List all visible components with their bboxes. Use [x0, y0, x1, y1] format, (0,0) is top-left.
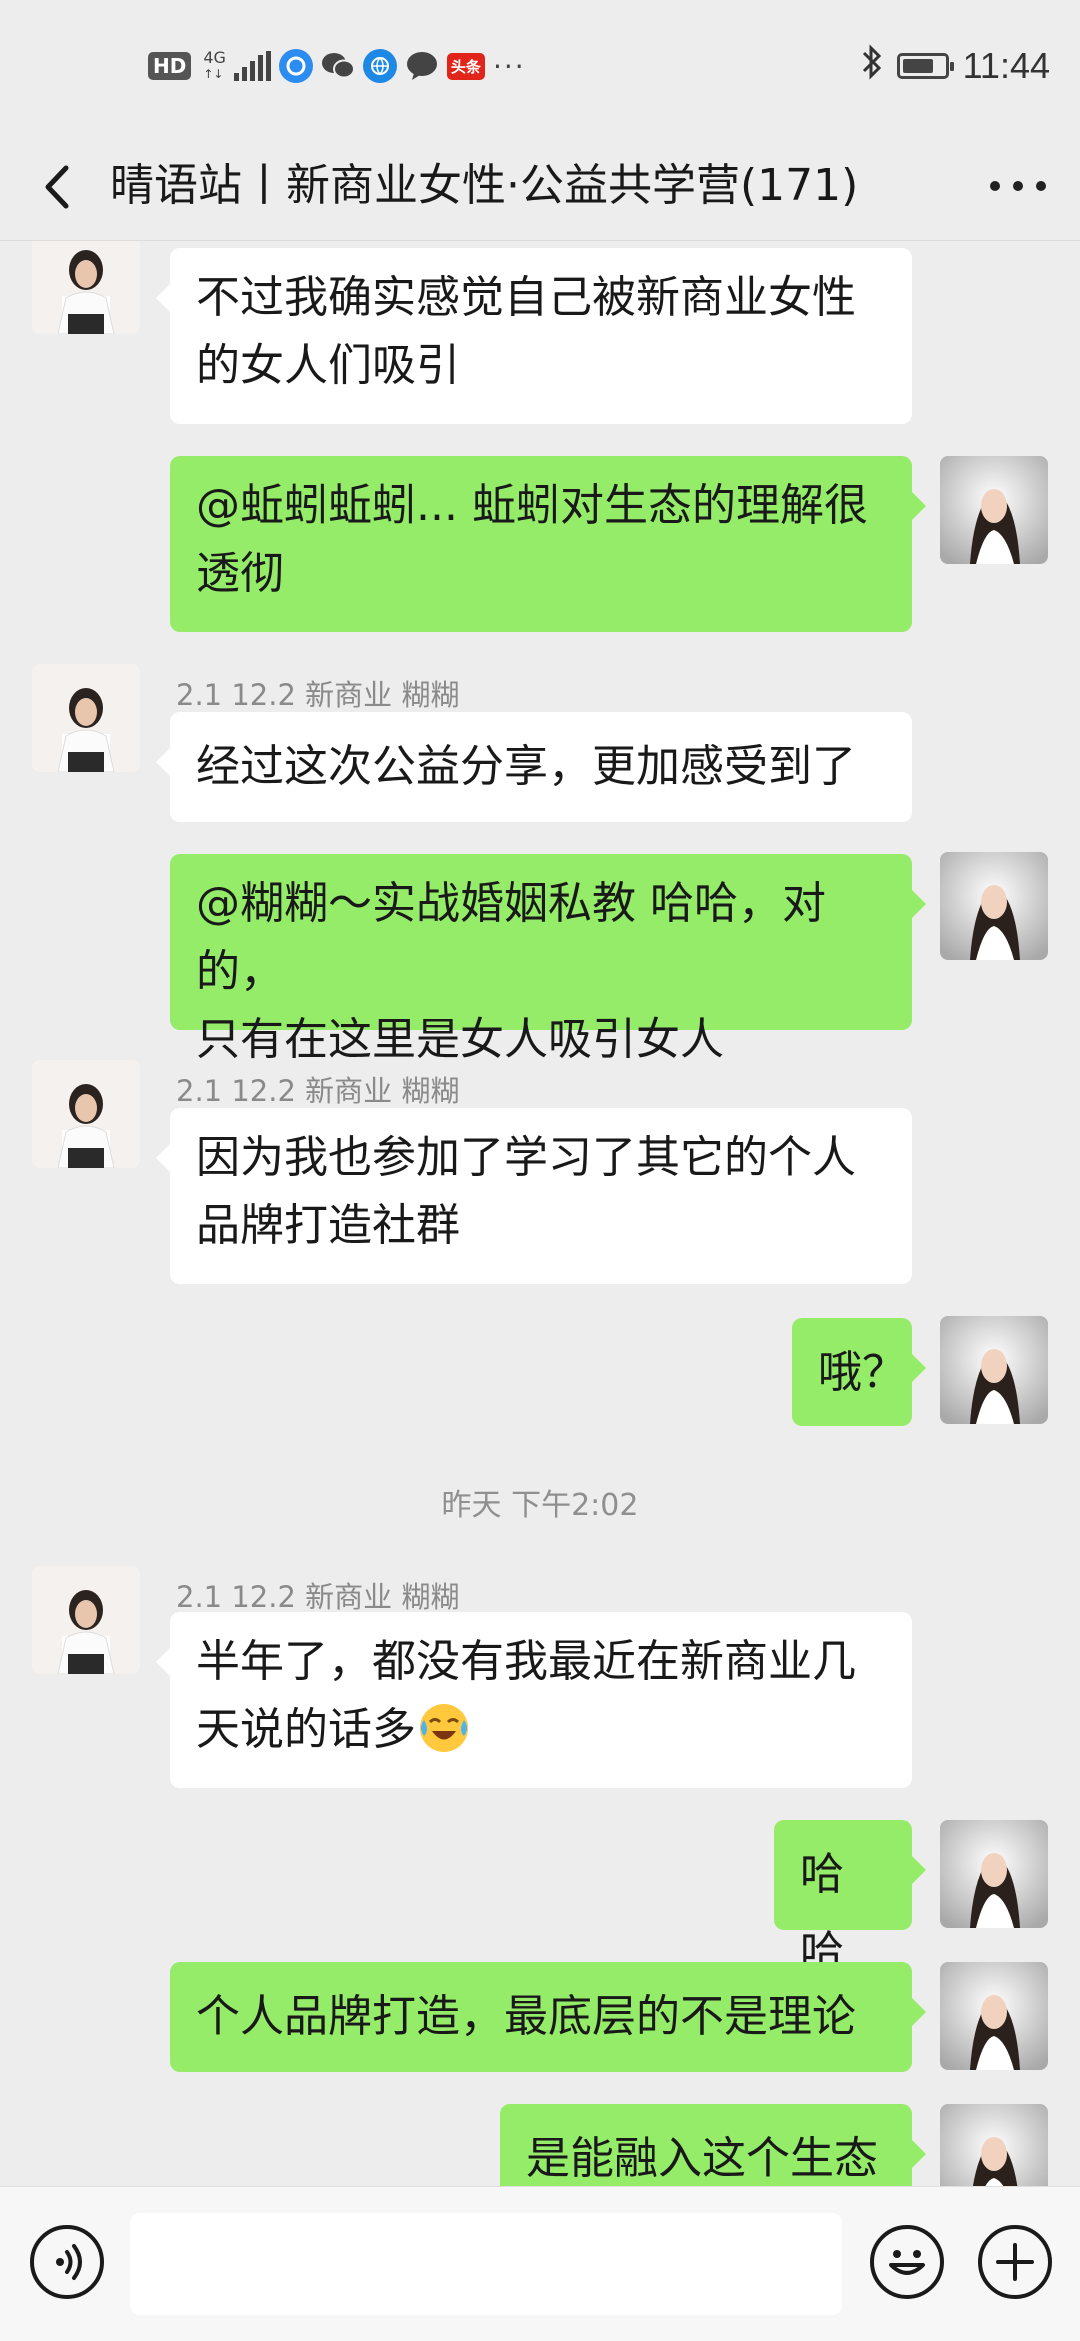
message-icon — [405, 49, 439, 83]
message-text-line: 因为我也参加了学习了其它的个人 — [196, 1132, 856, 1183]
qq-browser-icon — [278, 49, 313, 83]
battery-level — [902, 59, 933, 73]
network-arrows: ↑↓ — [203, 67, 224, 81]
sender-avatar[interactable] — [32, 240, 140, 334]
my-avatar[interactable] — [940, 2104, 1048, 2186]
chat-title: 晴语站丨新商业女性·公益共学营(171) — [110, 160, 859, 211]
message-list[interactable]: 不过我确实感觉自己被新商业女性 的女人们吸引 @蚯蚓蚯蚓... 蚯蚓对生态的理解很透… — [0, 240, 1080, 2186]
my-avatar[interactable] — [940, 1820, 1048, 1928]
message-text-line: 半年了，都没有我最近在新商业几 — [196, 1636, 856, 1687]
outgoing-message-bubble[interactable]: @糊糊～实战婚姻私教 哈哈，对的， 只有在这里是女人吸引女人 — [170, 854, 926, 1065]
timestamp: 昨天 下午2:02 — [441, 1488, 639, 1523]
message-text-line: 不过我确实感觉自己被新商业女性 — [196, 272, 856, 323]
message-text-line: @蚯蚓蚯蚓... 蚯蚓对生态的理解很 — [196, 480, 868, 531]
message-text-line: 透彻 — [196, 548, 284, 599]
sender-name: 2.1 12.2 新商业 糊糊 — [176, 1580, 460, 1614]
message-text-line: 哦？ — [818, 1347, 906, 1398]
my-avatar[interactable] — [940, 1316, 1048, 1424]
voice-icon[interactable] — [30, 2225, 104, 2299]
outgoing-message-bubble[interactable]: 哈哈 — [774, 1820, 926, 1978]
message-text-line: 只有在这里是女人吸引女人 — [196, 1014, 724, 1065]
sender-avatar[interactable] — [32, 664, 140, 772]
message-text-line: 经过这次公益分享，更加感受到了 — [196, 741, 856, 792]
my-avatar[interactable] — [940, 852, 1048, 960]
globe-app-icon — [362, 49, 397, 83]
incoming-message-bubble[interactable]: 经过这次公益分享，更加感受到了 — [156, 712, 912, 822]
signal-icon — [233, 51, 271, 81]
add-icon[interactable] — [978, 2225, 1052, 2299]
status-bar: HD 4G ↑↓ 头条 ··· 11:44 — [0, 0, 1080, 132]
laughing-crying-emoji-icon — [416, 1698, 472, 1754]
my-avatar[interactable] — [940, 456, 1048, 564]
incoming-message-bubble[interactable]: 不过我确实感觉自己被新商业女性 的女人们吸引 — [156, 248, 912, 424]
back-icon[interactable] — [38, 162, 78, 212]
more-options-icon[interactable] — [990, 166, 1046, 206]
hd-badge: HD — [148, 52, 192, 80]
outgoing-message-bubble[interactable]: 是能融入这个生态 — [500, 2104, 926, 2186]
input-bar — [0, 2186, 1080, 2341]
toutiao-icon: 头条 — [446, 52, 485, 80]
incoming-message-bubble[interactable]: 因为我也参加了学习了其它的个人 品牌打造社群 — [156, 1108, 912, 1284]
clock: 11:44 — [962, 45, 1050, 86]
sender-name: 2.1 12.2 新商业 糊糊 — [176, 1074, 460, 1108]
my-avatar[interactable] — [940, 1962, 1048, 2070]
sender-avatar[interactable] — [32, 1060, 140, 1168]
message-text-line: 个人品牌打造，最底层的不是理论 — [196, 1991, 856, 2042]
sender-avatar[interactable] — [32, 1566, 140, 1674]
message-text-line: 的女人们吸引 — [196, 340, 460, 391]
chat-header: 晴语站丨新商业女性·公益共学营(171) — [0, 132, 1080, 241]
emoji-icon[interactable] — [870, 2225, 944, 2299]
network-type: 4G ↑↓ — [203, 50, 226, 82]
message-text-line: 品牌打造社群 — [196, 1200, 460, 1251]
more-notifications-icon: ··· — [492, 49, 526, 83]
outgoing-message-bubble[interactable]: 哦？ — [792, 1318, 926, 1426]
status-icons-right: 11:44 — [861, 42, 1050, 90]
message-text-line: 是能融入这个生态 — [526, 2133, 878, 2184]
outgoing-message-bubble[interactable]: @蚯蚓蚯蚓... 蚯蚓对生态的理解很 透彻 — [170, 456, 926, 632]
incoming-message-bubble[interactable]: 半年了，都没有我最近在新商业几 天说的话多 — [156, 1612, 912, 1788]
outgoing-message-bubble[interactable]: 个人品牌打造，最底层的不是理论 — [170, 1962, 926, 2072]
wechat-icon — [321, 49, 355, 83]
sender-name: 2.1 12.2 新商业 糊糊 — [176, 678, 460, 712]
message-text-line: 天说的话多 — [196, 1704, 416, 1755]
network-label: 4G — [203, 48, 226, 67]
message-input[interactable] — [130, 2213, 842, 2315]
message-text-with-emoji: 天说的话多 — [196, 1696, 886, 1764]
bluetooth-icon — [861, 43, 883, 89]
message-text-line: @糊糊～实战婚姻私教 哈哈，对的， — [196, 878, 826, 997]
status-icons-left: HD 4G ↑↓ 头条 ··· — [148, 44, 526, 88]
battery-icon — [896, 53, 954, 79]
